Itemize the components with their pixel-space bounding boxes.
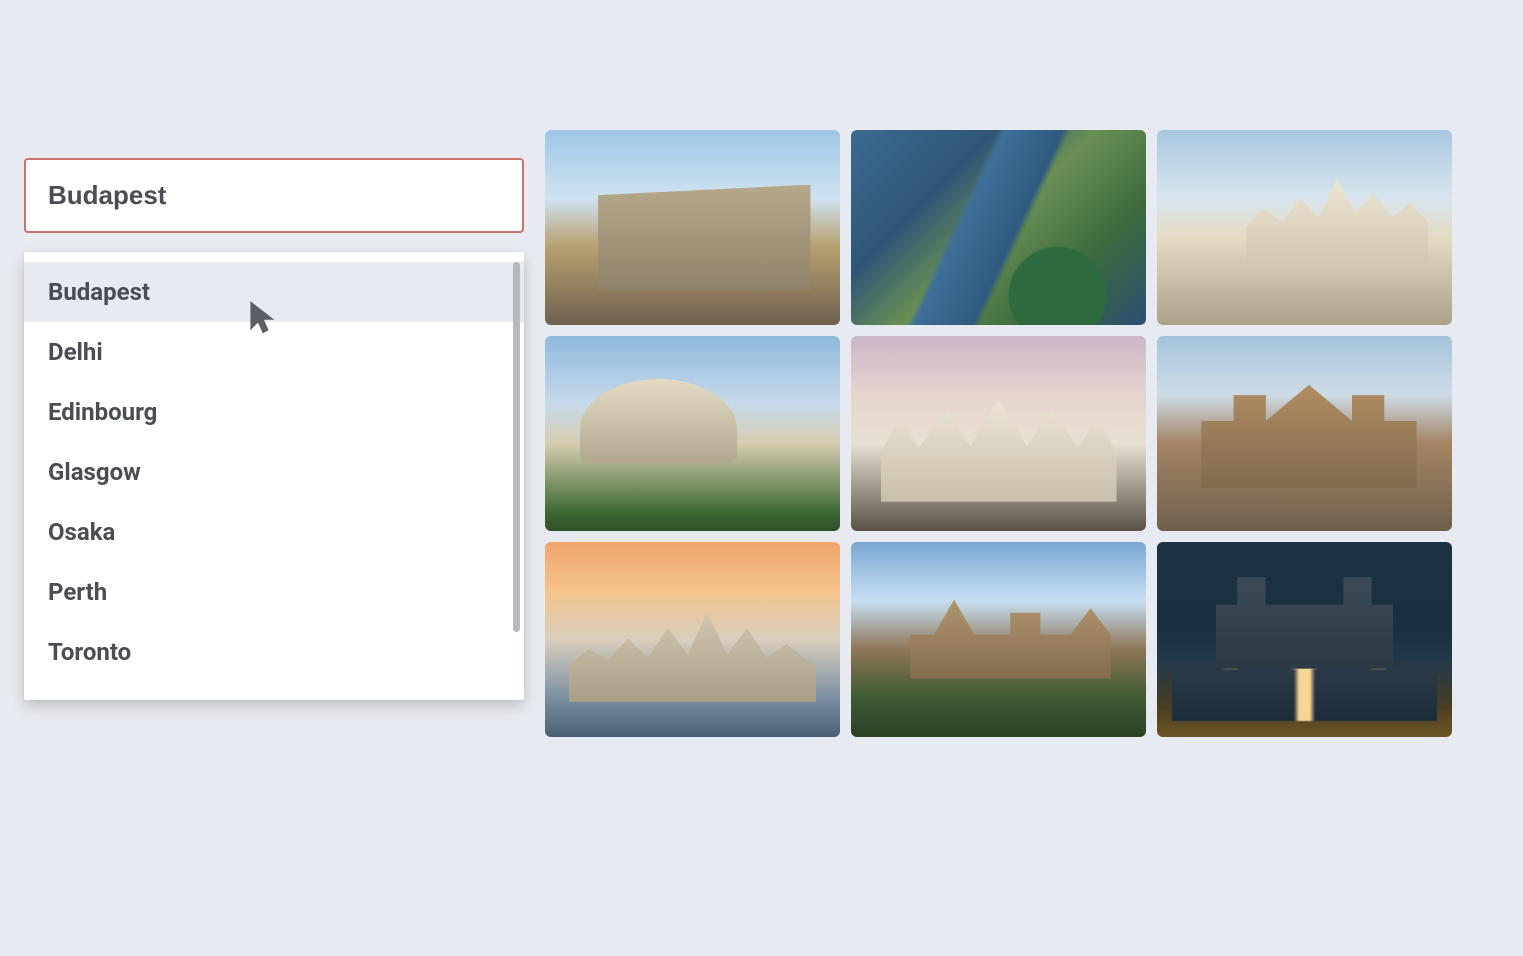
city-search-input[interactable] bbox=[48, 180, 500, 211]
city-option[interactable]: Budapest bbox=[24, 262, 524, 322]
city-option-label: Osaka bbox=[48, 518, 115, 546]
city-search-field[interactable] bbox=[24, 158, 524, 233]
city-option-label: Perth bbox=[48, 578, 107, 606]
city-option-label: Glasgow bbox=[48, 458, 141, 486]
city-option-label: Budapest bbox=[48, 278, 150, 306]
city-option-label: Delhi bbox=[48, 338, 103, 366]
city-option[interactable]: Osaka bbox=[24, 502, 524, 562]
city-option[interactable]: Edinbourg bbox=[24, 382, 524, 442]
image-tile-aerial-danube-castle[interactable] bbox=[851, 130, 1146, 325]
city-dropdown[interactable]: Budapest Delhi Edinbourg Glasgow Osaka Perth T… bbox=[24, 252, 524, 700]
image-tile-chain-bridge-night[interactable] bbox=[1157, 542, 1452, 737]
dropdown-scrollbar[interactable] bbox=[513, 262, 520, 632]
image-tile-szechenyi-baths-dome[interactable] bbox=[545, 336, 840, 531]
city-option[interactable]: Delhi bbox=[24, 322, 524, 382]
app-canvas: Budapest Delhi Edinbourg Glasgow Osaka Perth T… bbox=[0, 0, 1523, 956]
image-tile-parliament-river-sunset[interactable] bbox=[545, 542, 840, 737]
image-tile-fishermans-bastion[interactable] bbox=[851, 336, 1146, 531]
image-tile-vajdahunyad-castle[interactable] bbox=[851, 542, 1146, 737]
city-option-label: Edinbourg bbox=[48, 398, 157, 426]
image-tile-great-market-hall[interactable] bbox=[1157, 336, 1452, 531]
image-tile-historic-street-building[interactable] bbox=[545, 130, 840, 325]
image-results-grid bbox=[545, 130, 1452, 737]
city-option-label: Toronto bbox=[48, 638, 131, 666]
city-option[interactable]: Perth bbox=[24, 562, 524, 622]
city-option[interactable]: Glasgow bbox=[24, 442, 524, 502]
city-option[interactable]: Toronto bbox=[24, 622, 524, 682]
image-tile-parliament-with-tram[interactable] bbox=[1157, 130, 1452, 325]
